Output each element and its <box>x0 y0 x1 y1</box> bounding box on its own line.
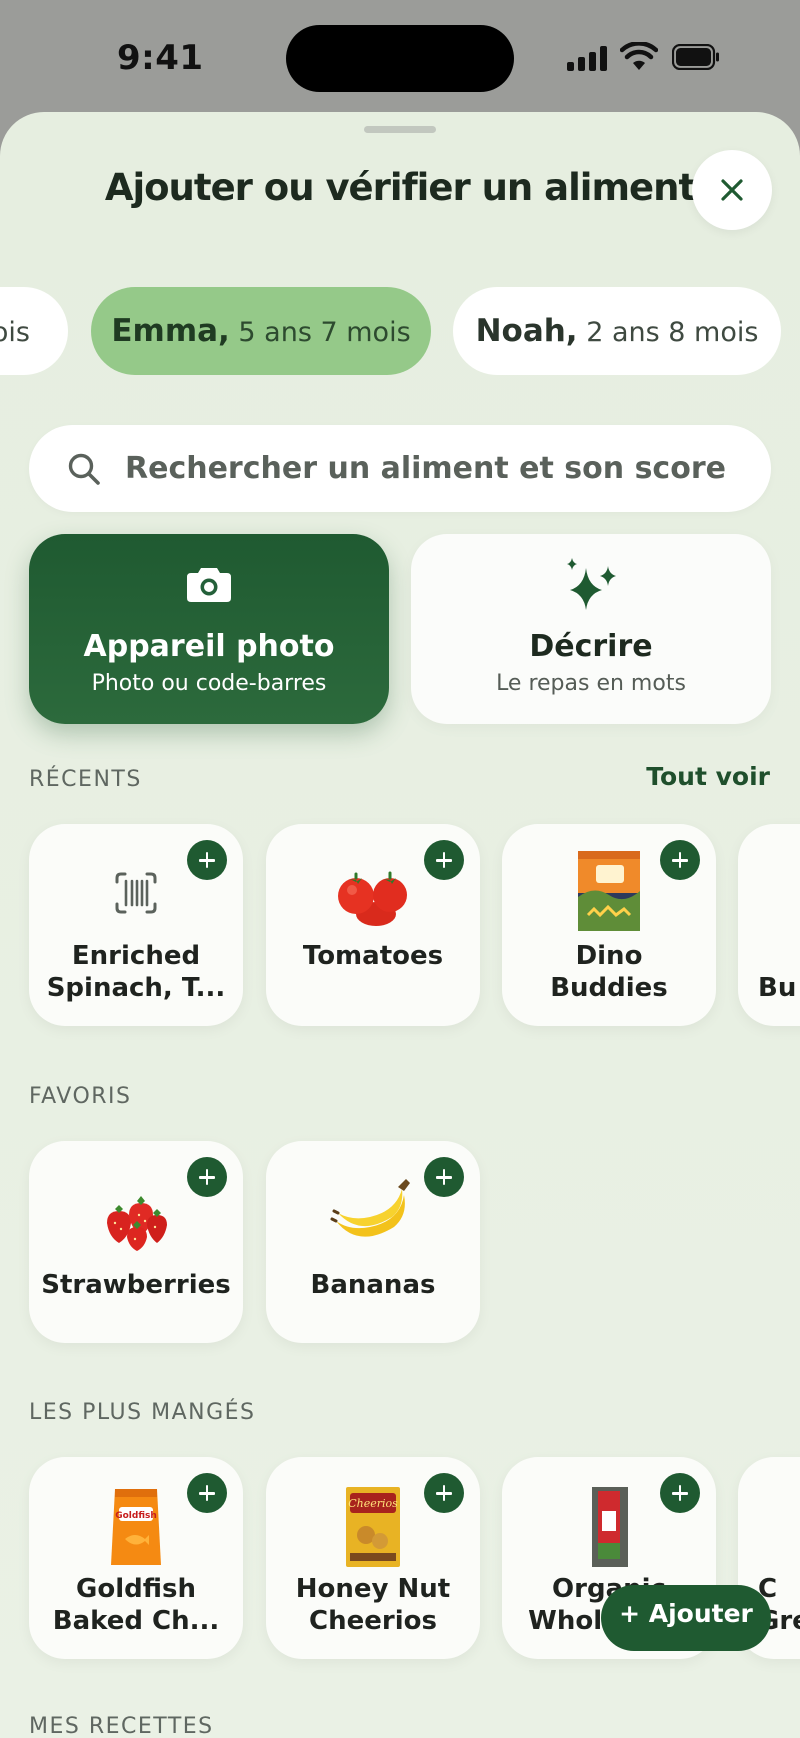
child-chip-emma[interactable]: Emma, 5 ans 7 mois <box>91 287 431 375</box>
child-chip-age: 2 ans 8 mois <box>586 317 759 348</box>
favorites-label: FAVORIS <box>29 1084 132 1109</box>
recents-label: RÉCENTS <box>29 767 142 792</box>
food-name: Goldfish Baked Ch... <box>52 1574 220 1636</box>
add-plus-button[interactable] <box>660 840 700 880</box>
tomato-image <box>338 871 407 926</box>
add-food-sheet: Ajouter ou vérifier un aliment ois Emma,… <box>0 112 800 1738</box>
camera-icon <box>187 568 231 602</box>
child-chip-noah[interactable]: Noah, 2 ans 8 mois <box>453 287 781 375</box>
svg-text:Goldfish: Goldfish <box>115 1511 157 1521</box>
recent-food-card[interactable]: Bu <box>738 824 800 1026</box>
describe-title: Décrire <box>529 629 653 664</box>
food-name: Dino Buddies <box>550 941 668 1003</box>
favorite-food-card[interactable]: Strawberries <box>29 1141 243 1343</box>
food-name: Strawberries <box>41 1270 231 1300</box>
most-eaten-label: LES PLUS MANGÉS <box>29 1400 256 1425</box>
food-search-input[interactable]: Rechercher un aliment et son score <box>29 425 771 512</box>
add-recipe-button[interactable]: + Ajouter <box>601 1585 771 1651</box>
dynamic-island <box>286 25 514 92</box>
recent-food-card[interactable]: Dino Buddies <box>502 824 716 1026</box>
search-icon <box>68 453 100 485</box>
child-chip-age: ois <box>0 317 30 348</box>
svg-text:Cheerios: Cheerios <box>348 1497 398 1510</box>
child-chip-name: Noah, <box>475 313 578 349</box>
most-eaten-food-card[interactable]: Goldfish Goldfish Baked Ch... <box>29 1457 243 1659</box>
milk-image <box>592 1487 628 1567</box>
banana-image <box>330 1179 410 1237</box>
see-all-link[interactable]: Tout voir <box>646 762 770 791</box>
add-plus-button[interactable] <box>660 1473 700 1513</box>
child-chip-name: Emma, <box>111 313 230 349</box>
food-name: Tomatoes <box>302 941 444 971</box>
camera-title: Appareil photo <box>83 629 335 664</box>
add-plus-button[interactable] <box>424 840 464 880</box>
add-plus-button[interactable] <box>424 1473 464 1513</box>
camera-button[interactable]: Appareil photo Photo ou code-barres <box>29 534 389 724</box>
wifi-icon <box>620 42 658 70</box>
barcode-icon <box>115 872 157 914</box>
describe-button[interactable]: Décrire Le repas en mots <box>411 534 771 724</box>
favorite-food-card[interactable]: Bananas <box>266 1141 480 1343</box>
strawberry-image <box>107 1196 167 1251</box>
search-placeholder: Rechercher un aliment et son score <box>125 451 726 486</box>
battery-icon <box>672 44 719 70</box>
recent-food-card[interactable]: Tomatoes <box>266 824 480 1026</box>
cellular-signal-icon <box>567 45 609 71</box>
add-plus-button[interactable] <box>187 840 227 880</box>
most-eaten-food-card[interactable]: Cheerios Honey Nut Cheerios <box>266 1457 480 1659</box>
add-plus-button[interactable] <box>187 1473 227 1513</box>
status-bar: 9:41 <box>0 0 800 112</box>
close-icon <box>721 179 743 201</box>
child-chip[interactable]: ois <box>0 287 68 375</box>
recipes-label: MES RECETTES <box>29 1714 214 1738</box>
status-time: 9:41 <box>117 38 204 78</box>
package-image <box>578 851 640 931</box>
close-button[interactable] <box>692 150 772 230</box>
food-name: Honey Nut Cheerios <box>295 1574 451 1636</box>
add-plus-button[interactable] <box>187 1157 227 1197</box>
describe-subtitle: Le repas en mots <box>496 671 686 696</box>
cereal-box-image: Cheerios <box>346 1487 400 1567</box>
food-name: Enriched Spinach, T... <box>46 941 226 1003</box>
sheet-title: Ajouter ou vérifier un aliment <box>104 166 696 209</box>
sheet-grabber[interactable] <box>364 126 436 133</box>
camera-subtitle: Photo ou code-barres <box>91 671 327 696</box>
food-name: Bu <box>758 973 797 1003</box>
snack-bag-image: Goldfish <box>111 1489 161 1565</box>
recent-food-card[interactable]: Enriched Spinach, T... <box>29 824 243 1026</box>
child-chip-age: 5 ans 7 mois <box>238 317 411 348</box>
add-plus-button[interactable] <box>424 1157 464 1197</box>
food-name: Bananas <box>310 1270 436 1300</box>
sparkles-icon <box>567 558 616 610</box>
